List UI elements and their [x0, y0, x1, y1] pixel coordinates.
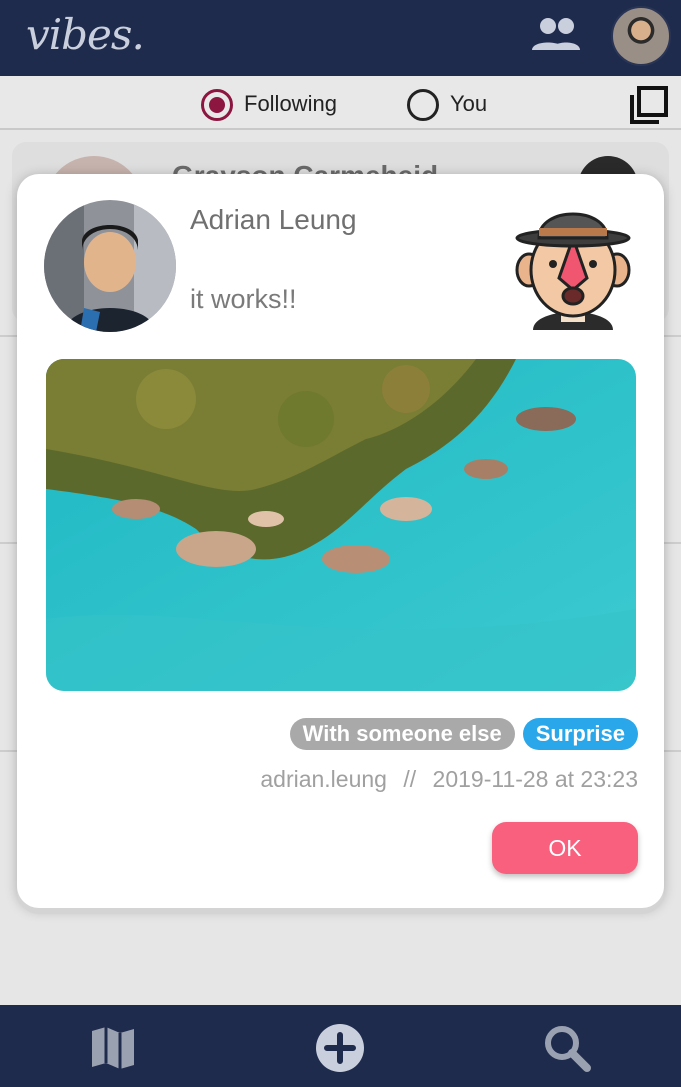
search-icon[interactable] [542, 1023, 592, 1073]
author-name: Adrian Leung [190, 204, 357, 235]
friends-icon[interactable] [528, 14, 586, 54]
post-timestamp: 2019-11-28 at 23:23 [432, 766, 638, 792]
ok-button[interactable]: OK [492, 822, 638, 874]
post-text: it works!! [190, 284, 297, 314]
meta-separator: // [403, 766, 417, 792]
add-icon[interactable] [315, 1023, 365, 1073]
feed-filter-bar: Following You [0, 76, 681, 130]
author-avatar [44, 200, 176, 332]
following-label[interactable]: Following [244, 91, 337, 117]
post-photo[interactable] [46, 359, 636, 691]
app-logo: vibes. [26, 10, 145, 59]
you-label[interactable]: You [450, 91, 487, 117]
post-meta: adrian.leung // 2019-11-28 at 23:23 [260, 766, 638, 793]
tag-surprise: Surprise [522, 718, 638, 750]
copy-icon[interactable] [630, 86, 668, 124]
mood-icon [515, 212, 631, 330]
tag-list: With someone else Surprise [289, 718, 638, 750]
you-radio[interactable] [407, 89, 439, 121]
top-app-bar: vibes. [0, 0, 681, 76]
bottom-nav-bar [0, 1005, 681, 1087]
post-username[interactable]: adrian.leung [260, 766, 387, 792]
tag-with-someone-else: With someone else [289, 718, 515, 750]
map-icon[interactable] [88, 1023, 138, 1073]
profile-avatar[interactable] [611, 6, 671, 66]
post-detail-modal: Adrian Leung it works!! With someone els… [17, 174, 664, 908]
following-radio[interactable] [201, 89, 233, 121]
